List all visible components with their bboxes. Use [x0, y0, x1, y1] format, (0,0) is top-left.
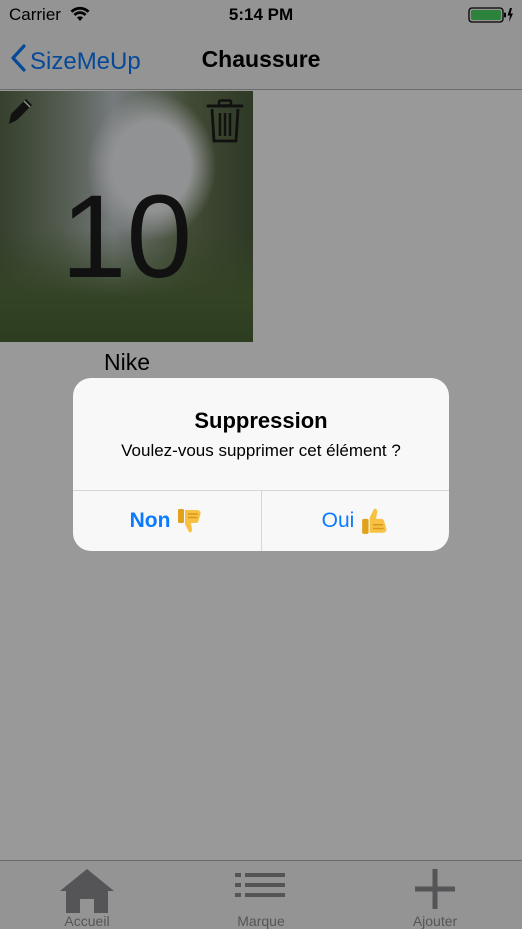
- thumbs-up-icon: [360, 506, 390, 536]
- item-size-value: 10: [60, 171, 193, 303]
- confirm-button[interactable]: Oui: [262, 491, 449, 551]
- pencil-icon[interactable]: [6, 97, 34, 132]
- alert-title: Suppression: [194, 408, 328, 433]
- cancel-button-label: Non: [129, 509, 171, 532]
- delete-alert-dialog: Suppression Voulez-vous supprimer cet él…: [73, 378, 449, 551]
- cancel-button[interactable]: Non: [73, 491, 261, 551]
- thumbs-down-icon: [176, 507, 204, 535]
- alert-message: Voulez-vous supprimer cet élément ?: [121, 441, 401, 460]
- confirm-button-label: Oui: [321, 509, 355, 532]
- trash-icon[interactable]: [206, 99, 244, 148]
